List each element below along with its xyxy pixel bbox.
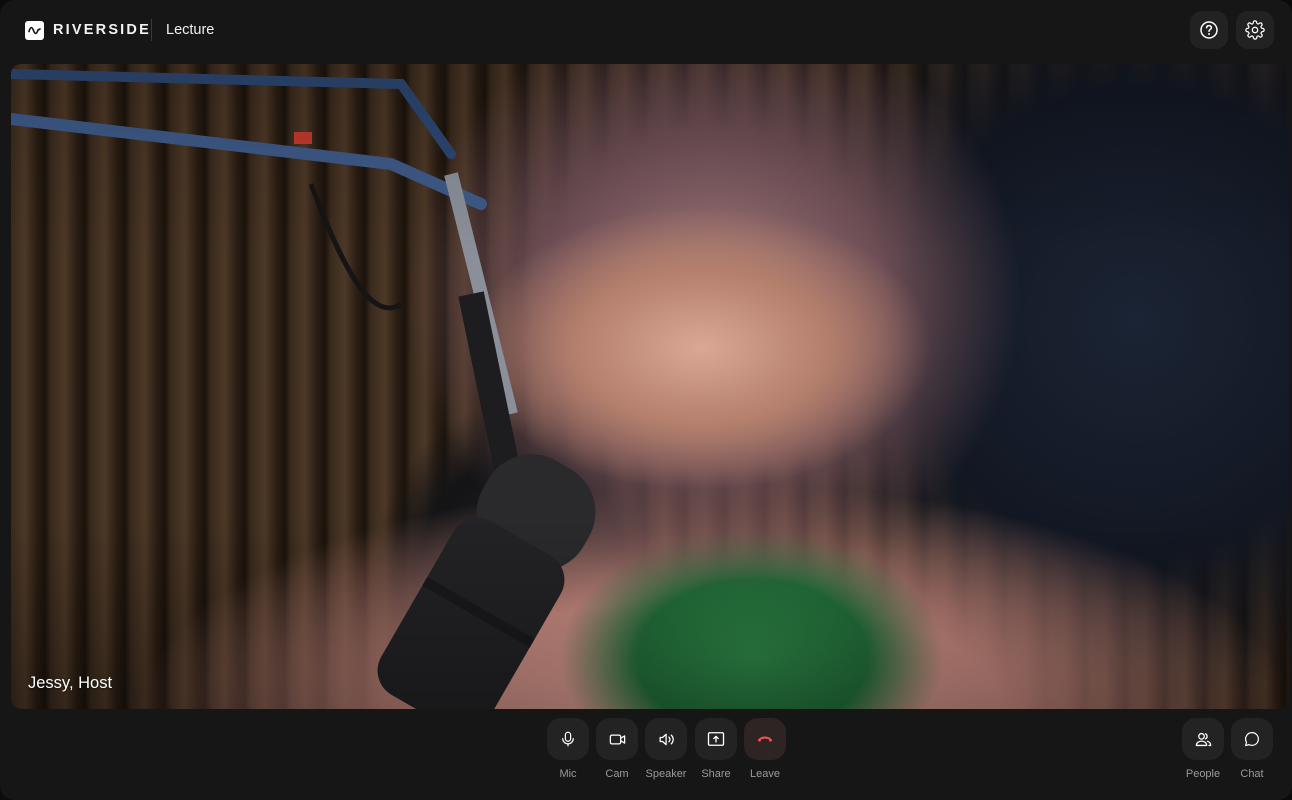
share-control[interactable]: Share bbox=[694, 718, 738, 780]
cam-label: Cam bbox=[605, 768, 629, 780]
speaker-button[interactable] bbox=[645, 718, 687, 760]
riverside-app: RIVERSIDE Lecture Jessy, Host Mic Cam Sp… bbox=[0, 0, 1292, 800]
leave-control[interactable]: Leave bbox=[743, 718, 787, 780]
microphone-boom-arm bbox=[11, 69, 531, 587]
leave-button[interactable] bbox=[744, 718, 786, 760]
people-label: People bbox=[1185, 768, 1221, 780]
microphone-icon bbox=[559, 730, 577, 748]
chat-button[interactable] bbox=[1231, 718, 1273, 760]
riverside-logo[interactable]: RIVERSIDE bbox=[25, 20, 151, 40]
speaker-label: Speaker bbox=[645, 768, 687, 780]
cam-control[interactable]: Cam bbox=[595, 718, 639, 780]
participant-name-tag: Jessy, Host bbox=[28, 674, 113, 692]
question-circle-icon bbox=[1199, 20, 1219, 40]
chat-label: Chat bbox=[1240, 768, 1264, 780]
session-title: Lecture bbox=[166, 22, 215, 38]
help-button[interactable] bbox=[1190, 11, 1228, 49]
speaker-icon bbox=[657, 730, 676, 749]
people-control[interactable]: People bbox=[1181, 718, 1225, 780]
people-button[interactable] bbox=[1182, 718, 1224, 760]
speaker-control[interactable]: Speaker bbox=[644, 718, 688, 780]
mic-label: Mic bbox=[559, 768, 577, 780]
chat-control[interactable]: Chat bbox=[1230, 718, 1274, 780]
mic-button[interactable] bbox=[547, 718, 589, 760]
wave-logo-icon bbox=[25, 20, 44, 40]
header-divider bbox=[151, 19, 152, 41]
mic-control[interactable]: Mic bbox=[546, 718, 590, 780]
host-video-feed[interactable]: Jessy, Host bbox=[11, 64, 1289, 709]
top-bar: RIVERSIDE Lecture bbox=[0, 0, 1292, 62]
gear-icon bbox=[1245, 20, 1265, 40]
chat-bubble-icon bbox=[1243, 730, 1261, 748]
hang-up-icon bbox=[755, 729, 775, 749]
leave-label: Leave bbox=[750, 768, 780, 780]
people-icon bbox=[1194, 730, 1213, 749]
brand-name: RIVERSIDE bbox=[53, 22, 151, 38]
share-screen-icon bbox=[706, 729, 726, 749]
microphone bbox=[377, 454, 596, 709]
call-controls-bar: Mic Cam Speaker Share Leave People Chat bbox=[0, 712, 1292, 800]
share-label: Share bbox=[701, 768, 731, 780]
settings-button[interactable] bbox=[1236, 11, 1274, 49]
cam-button[interactable] bbox=[596, 718, 638, 760]
share-button[interactable] bbox=[695, 718, 737, 760]
camera-icon bbox=[608, 730, 627, 749]
